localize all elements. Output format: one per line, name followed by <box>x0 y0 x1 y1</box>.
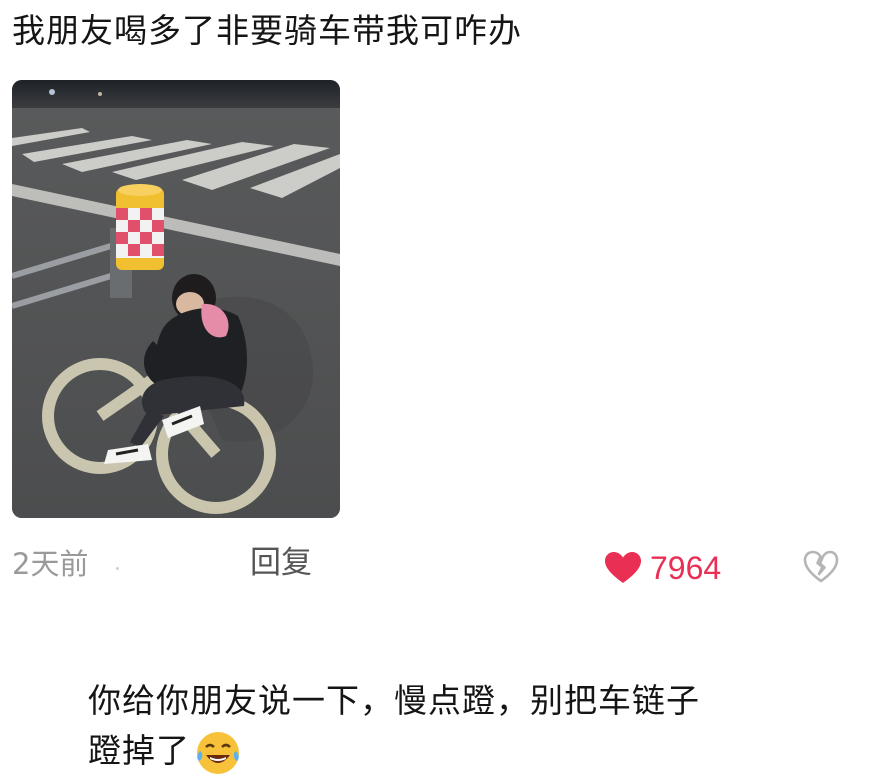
photo-image <box>12 80 340 518</box>
like-button[interactable]: 7964 <box>604 546 721 590</box>
heart-icon <box>604 551 642 585</box>
post-photo[interactable] <box>12 80 340 518</box>
comment-line-2: 蹬掉了 <box>88 731 190 770</box>
broken-heart-icon <box>803 550 839 584</box>
dislike-button[interactable] <box>803 550 839 584</box>
comment-line-2-wrap: 蹬掉了 <box>88 726 828 777</box>
separator-dot <box>116 567 119 570</box>
post-time: 2天前 <box>12 547 89 581</box>
comment-meta-row: 2天前 回复 7964 <box>0 536 885 596</box>
post-title: 我朋友喝多了非要骑车带我可咋办 <box>12 11 522 50</box>
comment-line-1: 你给你朋友说一下，慢点蹬，别把车链子 <box>88 681 700 720</box>
comment-text: 你给你朋友说一下，慢点蹬，别把车链子 蹬掉了 <box>88 676 828 777</box>
like-count: 7964 <box>650 550 722 586</box>
laughing-tears-emoji-icon <box>194 729 242 777</box>
reply-button[interactable]: 回复 <box>250 542 312 584</box>
